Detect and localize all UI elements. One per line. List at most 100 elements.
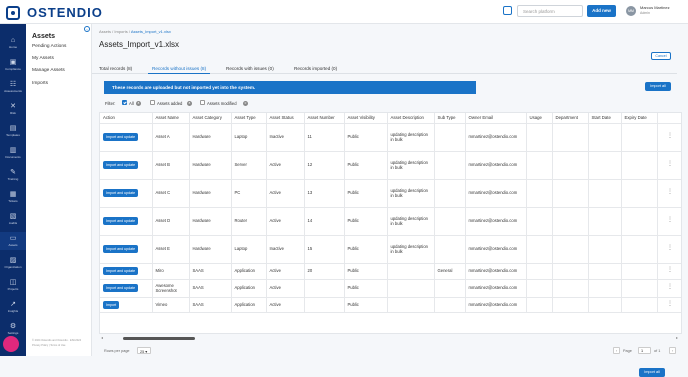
row-menu-icon[interactable]: ⋮	[657, 207, 681, 236]
rail-item-insights[interactable]: ↗ Insights	[0, 298, 26, 316]
rail-item-documents[interactable]: ▥ Documents	[0, 144, 26, 162]
import-all-button[interactable]: Import all	[645, 82, 671, 91]
apps-icon[interactable]	[503, 6, 512, 15]
rail-item-home[interactable]: ⌂ Home	[0, 34, 26, 52]
breadcrumb-imports[interactable]: Imports	[114, 29, 127, 34]
cell-email: mmartinez@ostendio.com	[465, 235, 527, 264]
column-header: Asset Category	[189, 113, 232, 124]
rail-label: Assessments	[4, 89, 22, 93]
tab-total-records[interactable]: Total records (8)	[99, 66, 132, 71]
row-menu-icon[interactable]: ⋮	[657, 151, 681, 180]
sidebar-item-pending-actions[interactable]: Pending Actions	[32, 44, 66, 49]
breadcrumb-assets[interactable]: Assets	[99, 29, 111, 34]
horizontal-scrollbar[interactable]	[99, 336, 682, 340]
empty-cell	[526, 263, 553, 280]
sidebar-item-manage-assets[interactable]: Manage Assets	[32, 68, 65, 73]
main-content: Assets / Imports / Assets_Import_v1.xlsx…	[92, 24, 688, 377]
rows-per-page-select[interactable]: 25 ▾	[137, 347, 151, 354]
table-row: Import and update Asset C Hardware PC Active…	[100, 179, 681, 208]
filter-all-label[interactable]: All	[129, 101, 134, 106]
rail-label: Templates	[6, 133, 20, 137]
filter-all-checkbox[interactable]	[122, 100, 127, 105]
brand-logo[interactable]: OSTENDIO	[6, 5, 103, 20]
row-menu-icon[interactable]: ⋮	[657, 235, 681, 264]
cell-visibility: Public	[344, 207, 388, 236]
cell-number	[304, 297, 345, 313]
cell-status: Inactive	[266, 235, 305, 264]
add-new-button[interactable]: Add new	[587, 5, 616, 17]
rail-item-audits[interactable]: ▧ Audits	[0, 210, 26, 228]
next-page-button[interactable]: ›	[669, 347, 676, 354]
rail-item-templates[interactable]: ▤ Templates	[0, 122, 26, 140]
empty-cell	[621, 151, 658, 180]
row-menu-icon[interactable]: ⋮	[657, 123, 681, 152]
cell-type: Router	[231, 207, 267, 236]
cell-name: Asset B	[152, 151, 190, 180]
empty-cell	[552, 263, 589, 280]
prev-page-button[interactable]: ‹	[613, 347, 620, 354]
rail-label: Home	[8, 45, 17, 49]
rail-item-projects[interactable]: ◫ Projects	[0, 276, 26, 294]
import-and-update-button[interactable]: Import and update	[103, 217, 139, 225]
row-menu-icon[interactable]: ⋮	[657, 297, 681, 313]
tab-records-with-issues[interactable]: Records with issues (0)	[226, 66, 274, 71]
cell-email: mmartinez@ostendio.com	[465, 207, 527, 236]
filter-added-checkbox[interactable]	[150, 100, 155, 105]
cell-email: mmartinez@ostendio.com	[465, 297, 527, 313]
collapse-icon[interactable]: ‹	[84, 26, 90, 32]
footer-links[interactable]: Privacy Policy | Terms of Use	[32, 344, 66, 347]
import-and-update-button[interactable]: Import and update	[103, 284, 139, 292]
import-and-update-button[interactable]: Import and update	[103, 133, 139, 141]
cell-email: mmartinez@ostendio.com	[465, 263, 527, 280]
page-input[interactable]: 1	[638, 347, 651, 354]
rail-item-compliance[interactable]: ▣ Compliance	[0, 56, 26, 74]
row-menu-icon[interactable]: ⋮	[657, 279, 681, 298]
scrollbar-thumb[interactable]	[123, 337, 195, 340]
user-name[interactable]: Marcus Martinez	[640, 5, 670, 10]
empty-cell	[526, 207, 553, 236]
cell-email: mmartinez@ostendio.com	[465, 279, 527, 298]
filter-modified-label[interactable]: Assets modified	[207, 101, 237, 106]
import-and-update-button[interactable]: Import and update	[103, 189, 139, 197]
avatar[interactable]: MM	[626, 6, 636, 16]
tab-records-imported[interactable]: Records imported (0)	[294, 66, 337, 71]
import-and-update-button[interactable]: Import and update	[103, 267, 139, 275]
row-menu-icon[interactable]: ⋮	[657, 179, 681, 208]
import-button[interactable]: Import	[103, 300, 120, 309]
table-row: Import and update Asset B Hardware Server Ac…	[100, 151, 681, 180]
logo-icon	[6, 5, 20, 20]
cell-description: updating description in bulk	[387, 235, 435, 264]
search-input[interactable]: Search platform	[517, 5, 583, 17]
empty-cell	[621, 235, 658, 264]
column-header: Action	[100, 113, 153, 124]
scroll-left-icon[interactable]: ◂	[101, 335, 103, 340]
import-and-update-button[interactable]: Import and update	[103, 245, 139, 253]
row-menu-icon[interactable]: ⋮	[657, 263, 681, 280]
chat-bubble-icon[interactable]	[3, 336, 19, 352]
rail-item-tickets[interactable]: ▦ Tickets	[0, 188, 26, 206]
user-role: Admin	[640, 11, 650, 15]
tab-records-without-issues[interactable]: Records without issues (8)	[152, 66, 206, 71]
cancel-button[interactable]: Cancel	[651, 52, 671, 60]
rail-item-organization[interactable]: ▨ Organization	[0, 254, 26, 272]
scroll-right-icon[interactable]: ▸	[676, 335, 678, 340]
import-and-update-button[interactable]: Import and update	[103, 161, 139, 169]
sidebar-item-my-assets[interactable]: My Assets	[32, 56, 54, 61]
filter-modified-checkbox[interactable]	[200, 100, 205, 105]
cell-category: Hardware	[189, 207, 232, 236]
rail-item-risk[interactable]: ✕ Risk	[0, 100, 26, 118]
rail-item-assessments[interactable]: ☷ Assessments	[0, 78, 26, 96]
rail-label: Assets	[8, 243, 18, 247]
sidebar-item-imports[interactable]: Imports	[32, 81, 48, 86]
import-all-bottom-button[interactable]: Import all	[639, 368, 665, 377]
rail-label: Projects	[7, 287, 19, 291]
cell-subtype: General	[434, 263, 466, 280]
cell-type: Application	[231, 297, 267, 313]
cell-category: SAAS	[189, 297, 232, 313]
cell-visibility: Public	[344, 263, 388, 280]
filter-added-label[interactable]: Assets added	[157, 101, 182, 106]
rail-item-assets[interactable]: ▭ Assets	[0, 232, 26, 250]
action-cell: Import	[100, 297, 153, 313]
rail-label: Tickets	[8, 199, 18, 203]
rail-item-training[interactable]: ✎ Training	[0, 166, 26, 184]
